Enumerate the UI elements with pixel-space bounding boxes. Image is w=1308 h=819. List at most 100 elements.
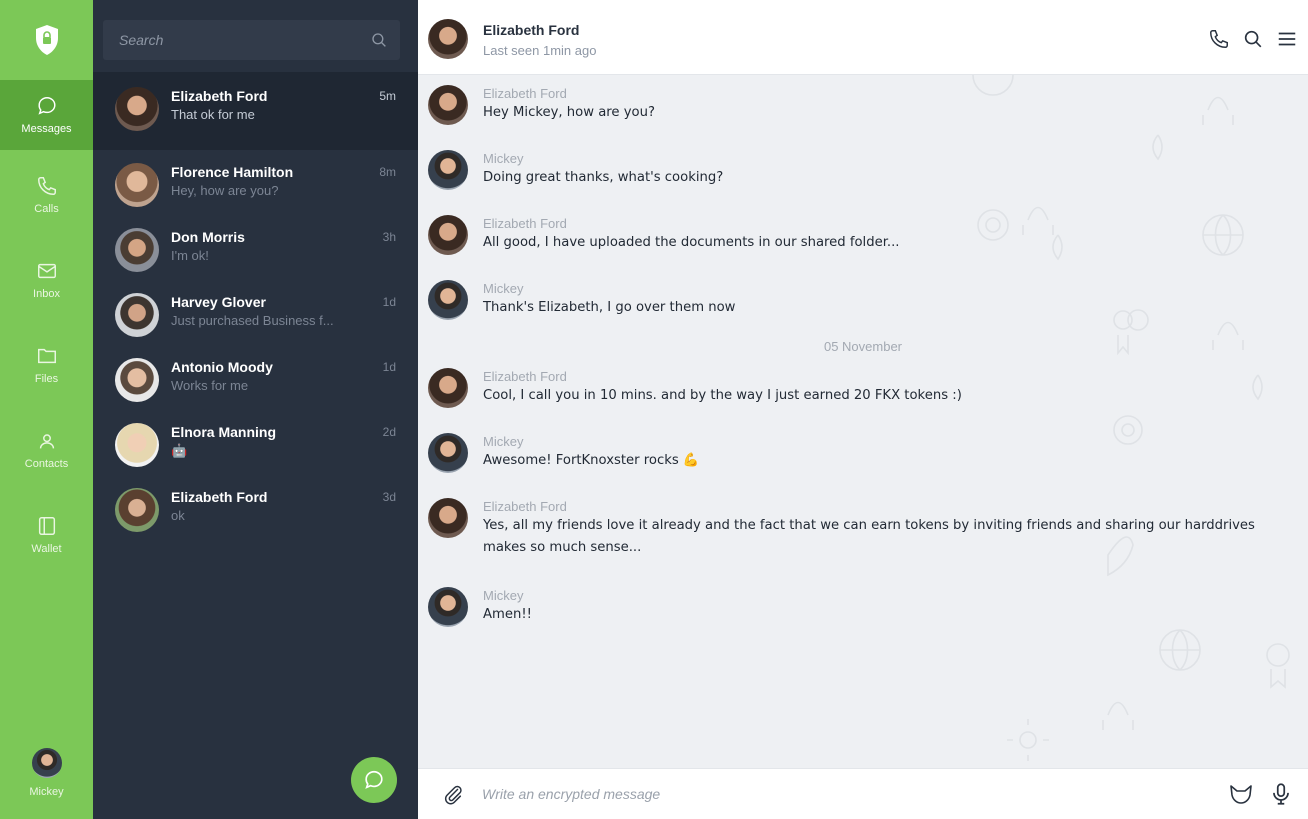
chat-header: Elizabeth Ford Last seen 1min ago: [418, 0, 1308, 75]
chat-message: Elizabeth Ford All good, I have uploaded …: [428, 215, 899, 255]
conversation-list: Elizabeth Ford That ok for me 5m Florence…: [93, 0, 418, 819]
message-preview: Just purchased Business f...: [171, 313, 334, 328]
wallet-icon: [38, 517, 55, 535]
nav-item-contacts[interactable]: Contacts: [0, 415, 93, 485]
message-text: Doing great thanks, what's cooking?: [483, 170, 724, 185]
phone-icon: [37, 177, 56, 195]
chat-contact-name[interactable]: Elizabeth Ford: [483, 22, 579, 38]
message-text: Awesome! FortKnoxster rocks 💪: [483, 453, 700, 468]
message-sender: Elizabeth Ford: [483, 216, 567, 231]
message-preview: ok: [171, 508, 185, 523]
nav-rail: Messages Calls Inbox Files Contacts Wall…: [0, 0, 93, 819]
message-composer: [418, 768, 1308, 819]
avatar: [115, 488, 159, 532]
chat-message: Elizabeth Ford Yes, all my friends love i…: [428, 498, 1283, 559]
message-input[interactable]: [482, 786, 1228, 802]
chat-message: Mickey Thank's Elizabeth, I go over them …: [428, 280, 735, 320]
nav-item-label: Calls: [34, 203, 59, 215]
contact-name: Harvey Glover: [171, 294, 266, 310]
chat-message: Mickey Awesome! FortKnoxster rocks 💪: [428, 433, 699, 473]
conversation-item[interactable]: Elizabeth Ford That ok for me 5m: [93, 72, 418, 150]
avatar: [115, 87, 159, 131]
message-text: All good, I have uploaded the documents …: [483, 235, 900, 250]
message-text: Cool, I call you in 10 mins. and by the …: [483, 388, 962, 403]
message-preview: Hey, how are you?: [171, 183, 279, 198]
date-separator: 05 November: [823, 339, 903, 354]
envelope-icon: [37, 263, 56, 279]
nav-item-files[interactable]: Files: [0, 330, 93, 400]
nav-item-label: Wallet: [31, 543, 62, 555]
avatar: [428, 280, 468, 320]
menu-icon[interactable]: [1276, 28, 1298, 50]
avatar: [428, 498, 468, 538]
message-text: Hey Mickey, how are you?: [483, 105, 655, 120]
avatar: [115, 163, 159, 207]
chat-message: Elizabeth Ford Hey Mickey, how are you?: [428, 85, 655, 125]
folder-icon: [37, 348, 56, 364]
timestamp: 1d: [382, 295, 396, 309]
nav-item-label: Contacts: [24, 458, 69, 470]
conversation-item[interactable]: Antonio Moody Works for me 1d: [93, 345, 418, 410]
message-sender: Mickey: [483, 588, 524, 603]
conversation-item[interactable]: Harvey Glover Just purchased Business f..…: [93, 280, 418, 345]
avatar: [31, 748, 62, 778]
contact-name: Antonio Moody: [171, 359, 273, 375]
conversation-item[interactable]: Don Morris I'm ok! 3h: [93, 215, 418, 280]
message-sender: Elizabeth Ford: [483, 499, 567, 514]
nav-item-label: Files: [34, 373, 59, 385]
fox-mask-icon[interactable]: [1228, 781, 1254, 807]
message-sender: Mickey: [483, 434, 524, 449]
nav-item-inbox[interactable]: Inbox: [0, 245, 93, 315]
chat-pane: Elizabeth Ford Last seen 1min ago Elizab…: [418, 0, 1308, 819]
new-message-button[interactable]: [351, 757, 397, 803]
conversation-item[interactable]: Elizabeth Ford ok 3d: [93, 475, 418, 540]
avatar: [115, 423, 159, 467]
message-sender: Mickey: [483, 281, 524, 296]
search-input[interactable]: [119, 32, 370, 48]
timestamp: 2d: [382, 425, 396, 439]
message-text: Amen!!: [483, 607, 532, 622]
chat-message: Elizabeth Ford Cool, I call you in 10 min…: [428, 368, 962, 408]
contact-name: Florence Hamilton: [171, 164, 294, 180]
timestamp: 3h: [382, 230, 396, 244]
message-sender: Elizabeth Ford: [483, 86, 567, 101]
search-icon[interactable]: [370, 31, 388, 49]
avatar: [428, 215, 468, 255]
conversation-item[interactable]: Elnora Manning 🤖 2d: [93, 410, 418, 475]
phone-icon[interactable]: [1208, 28, 1230, 50]
nav-item-calls[interactable]: Calls: [0, 160, 93, 230]
chat-message: Mickey Amen!!: [428, 587, 532, 627]
avatar: [428, 85, 468, 125]
shield-lock-icon[interactable]: [0, 0, 93, 80]
current-user[interactable]: Mickey: [0, 738, 93, 808]
conversation-item[interactable]: Florence Hamilton Hey, how are you? 8m: [93, 150, 418, 215]
avatar: [428, 368, 468, 408]
paperclip-icon[interactable]: [442, 783, 464, 805]
chat-contact-status: Last seen 1min ago: [483, 43, 597, 58]
avatar: [428, 150, 468, 190]
message-preview: Works for me: [171, 378, 249, 393]
contact-name: Elizabeth Ford: [171, 88, 268, 104]
nav-item-label: Inbox: [33, 288, 60, 300]
avatar[interactable]: [428, 19, 468, 59]
person-icon: [39, 434, 54, 449]
nav-item-wallet[interactable]: Wallet: [0, 500, 93, 570]
search-bar: [103, 20, 400, 60]
microphone-icon[interactable]: [1268, 781, 1294, 807]
contact-name: Elnora Manning: [171, 424, 276, 440]
avatar: [115, 228, 159, 272]
timestamp: 5m: [379, 89, 396, 103]
timestamp: 3d: [382, 490, 396, 504]
message-sender: Mickey: [483, 151, 524, 166]
search-icon[interactable]: [1242, 28, 1264, 50]
chat-bubble-icon: [37, 97, 55, 115]
avatar: [428, 587, 468, 627]
avatar: [115, 293, 159, 337]
chat-message: Mickey Doing great thanks, what's cooking…: [428, 150, 723, 190]
nav-item-label: Messages: [21, 123, 72, 135]
nav-item-messages[interactable]: Messages: [0, 80, 93, 150]
message-sender: Elizabeth Ford: [483, 369, 567, 384]
message-text: Thank's Elizabeth, I go over them now: [483, 300, 736, 315]
message-text: Yes, all my friends love it already and …: [483, 518, 1255, 555]
message-preview: I'm ok!: [171, 248, 209, 263]
